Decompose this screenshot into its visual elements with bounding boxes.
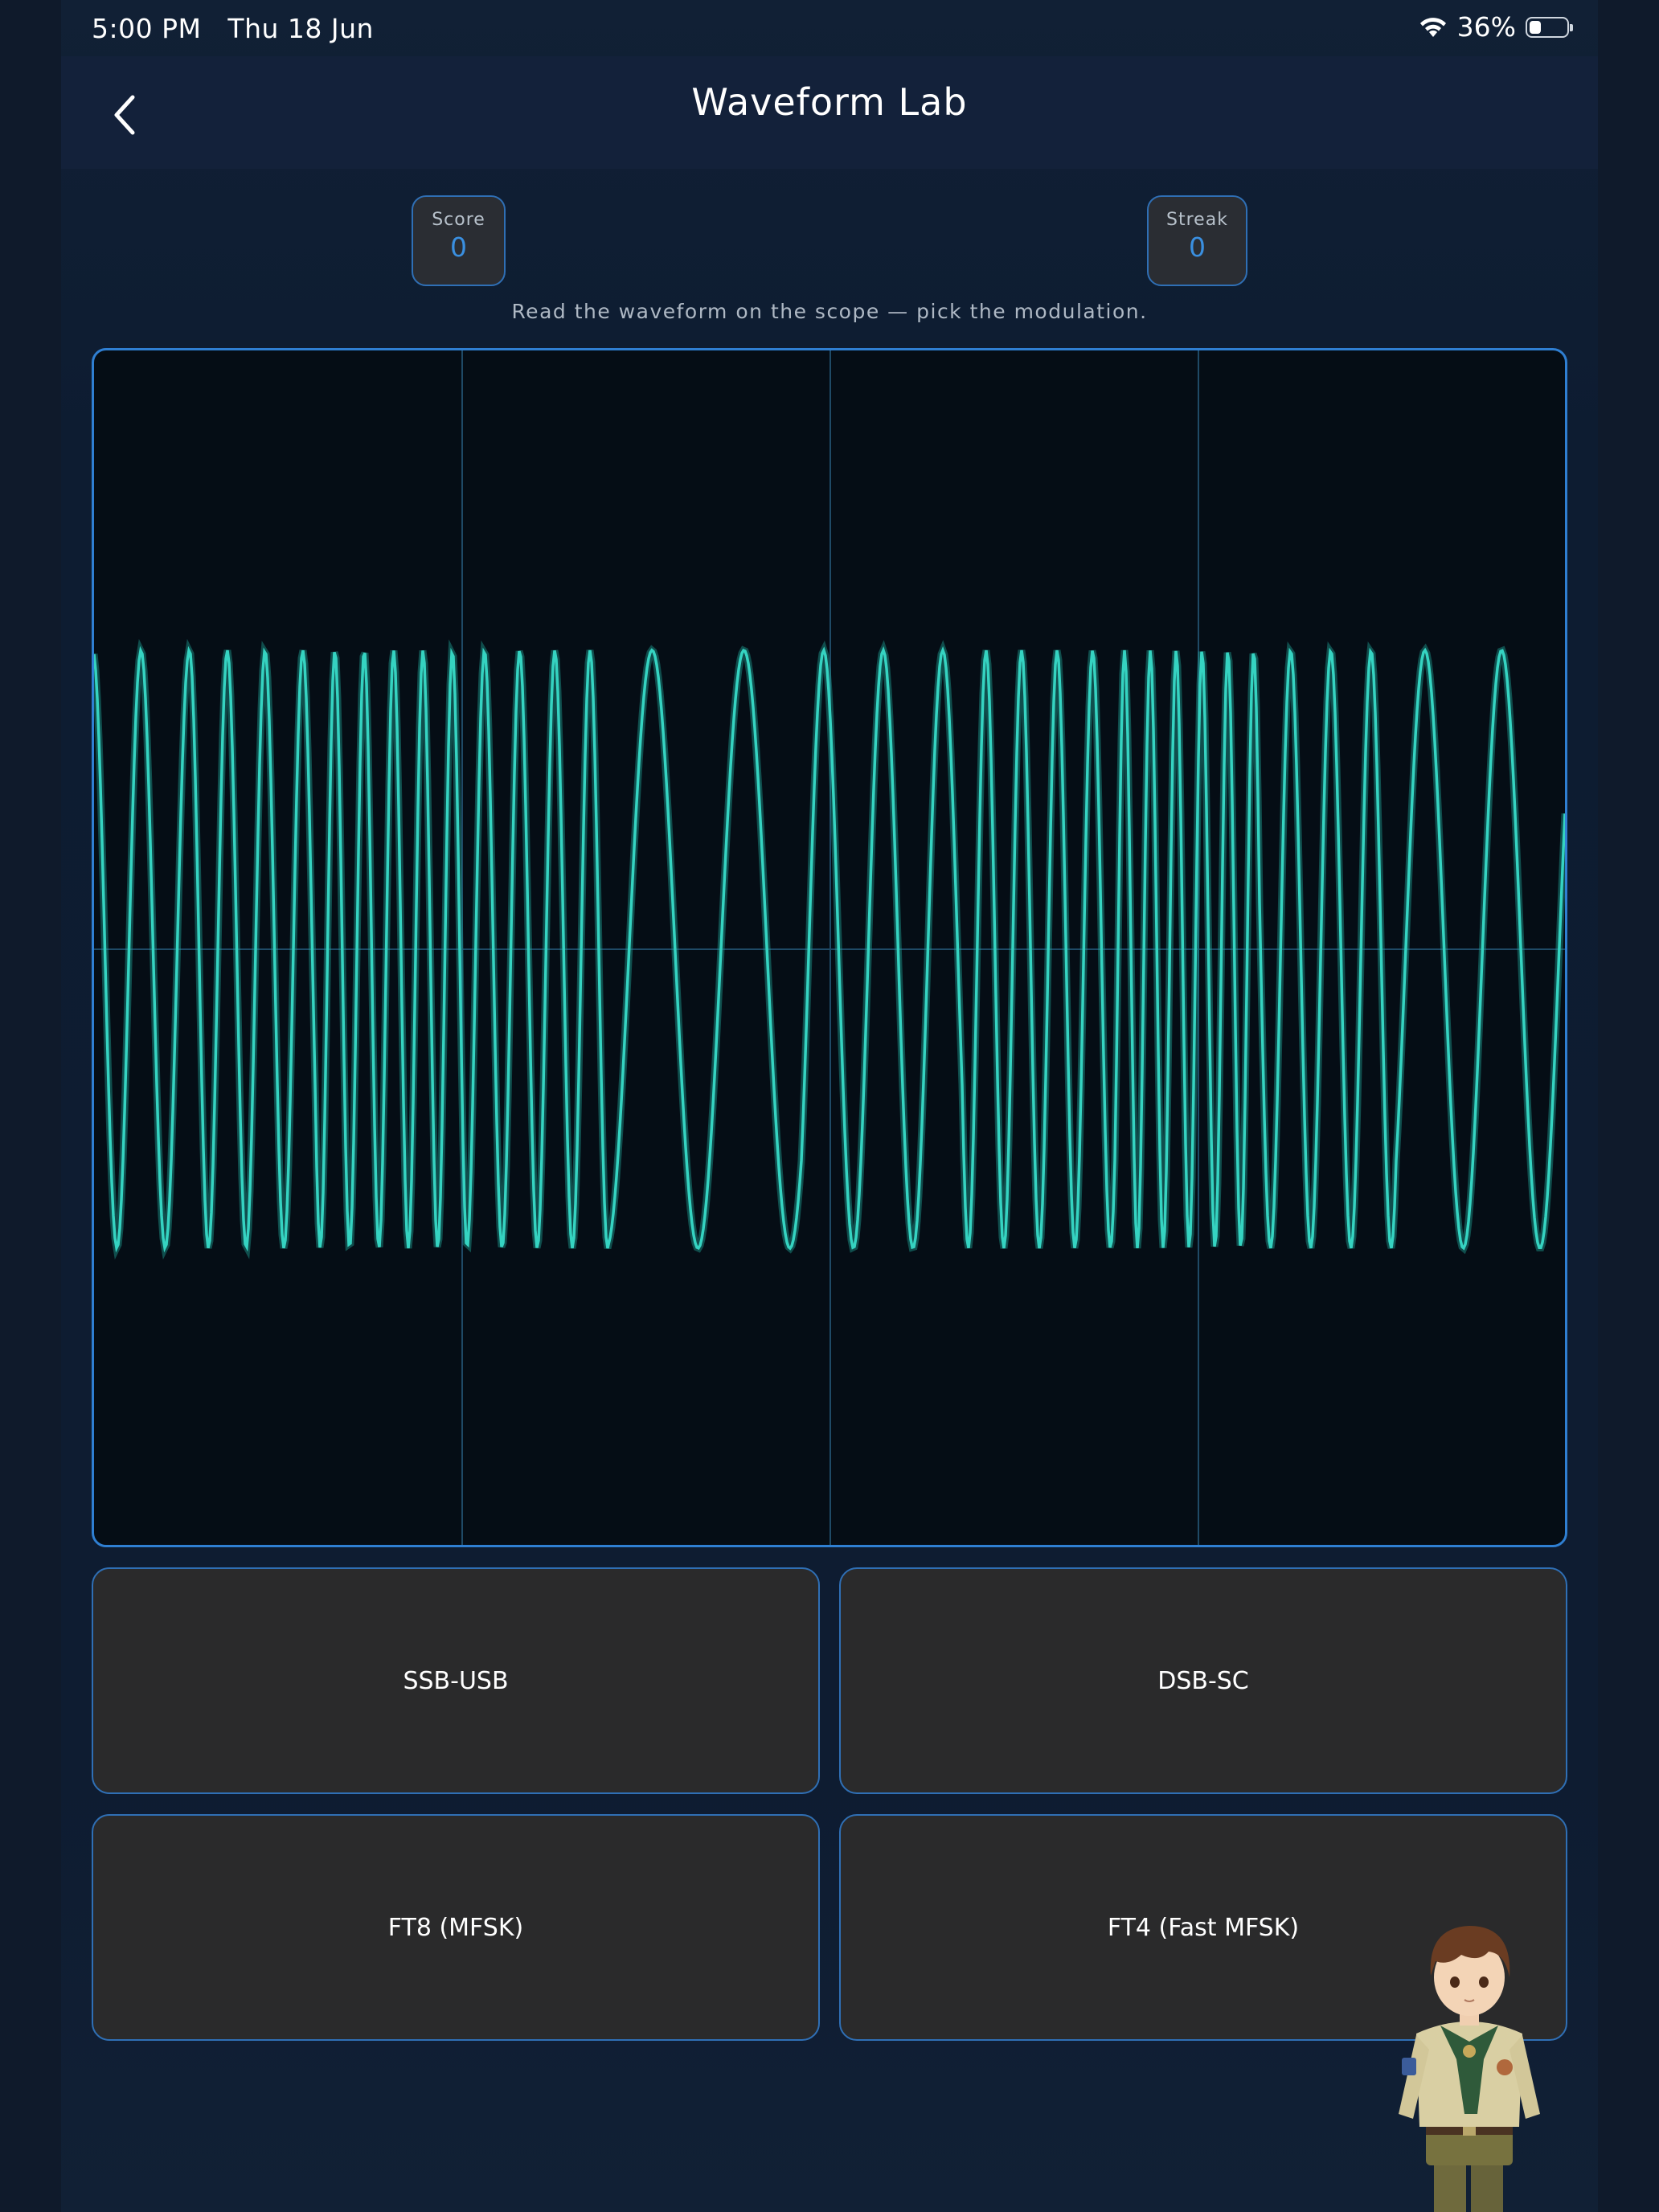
page-title: Waveform Lab: [691, 80, 968, 124]
battery-percent: 36%: [1456, 11, 1516, 43]
nav-bar: Waveform Lab: [61, 56, 1598, 169]
wifi-icon: [1419, 17, 1446, 37]
battery-icon: [1526, 16, 1573, 38]
screen: 5:00 PM Thu 18 Jun 36% Waveform Lab Scor…: [0, 0, 1659, 2212]
score-value: 0: [450, 231, 467, 263]
streak-badge: Streak 0: [1147, 195, 1247, 286]
instruction-text: Read the waveform on the scope — pick th…: [511, 300, 1148, 323]
oscilloscope-display: [92, 348, 1567, 1547]
streak-value: 0: [1189, 231, 1206, 263]
streak-label: Streak: [1166, 210, 1228, 230]
score-label: Score: [432, 210, 485, 230]
answer-button-ft8[interactable]: FT8 (MFSK): [92, 1814, 820, 2041]
answer-button-dsb-sc[interactable]: DSB-SC: [839, 1567, 1567, 1794]
answer-button-ssb-usb[interactable]: SSB-USB: [92, 1567, 820, 1794]
scout-mascot-illustration: [1399, 1926, 1540, 2212]
scope-canvas: [94, 350, 1565, 1545]
status-time-date: 5:00 PM Thu 18 Jun: [92, 13, 374, 44]
status-indicators: 36%: [1419, 11, 1573, 43]
score-badge: Score 0: [412, 195, 506, 286]
